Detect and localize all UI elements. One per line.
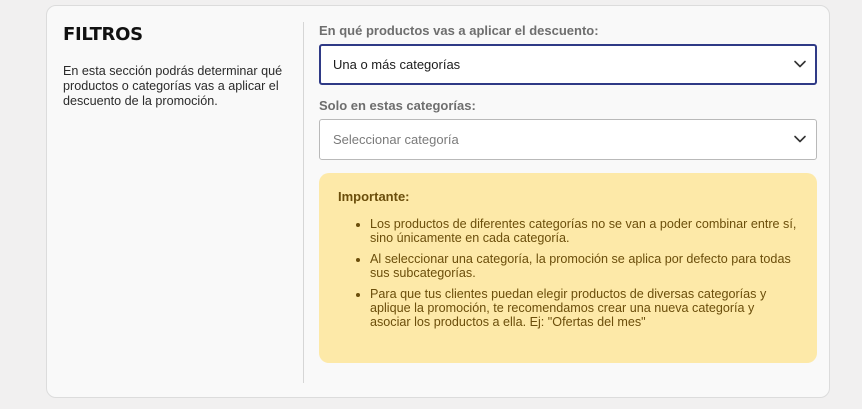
apply-to-selected-value: Una o más categorías <box>333 57 461 72</box>
categories-label: Solo en estas categorías: <box>319 98 476 113</box>
important-notice: Importante: Los productos de diferentes … <box>319 173 817 363</box>
chevron-down-icon[interactable] <box>793 57 807 71</box>
section-title: FILTROS <box>63 24 143 45</box>
chevron-down-icon[interactable] <box>793 132 807 146</box>
apply-to-select[interactable]: Una o más categorías <box>319 44 817 85</box>
notice-title: Importante: <box>338 189 410 204</box>
notice-item: Para que tus clientes puedan elegir prod… <box>370 287 797 329</box>
section-description: En esta sección podrás determinar qué pr… <box>63 64 283 108</box>
filters-form: En qué productos vas a aplicar el descue… <box>319 22 817 363</box>
filters-intro: FILTROS En esta sección podrás determina… <box>63 24 293 109</box>
categories-placeholder: Seleccionar categoría <box>333 132 459 147</box>
notice-item: Al seleccionar una categoría, la promoci… <box>370 252 797 280</box>
filters-card: FILTROS En esta sección podrás determina… <box>46 5 830 398</box>
notice-item: Los productos de diferentes categorías n… <box>370 217 797 245</box>
vertical-divider <box>303 22 304 383</box>
categories-select[interactable]: Seleccionar categoría <box>319 119 817 160</box>
notice-list: Los productos de diferentes categorías n… <box>338 217 797 329</box>
apply-to-label: En qué productos vas a aplicar el descue… <box>319 23 599 38</box>
